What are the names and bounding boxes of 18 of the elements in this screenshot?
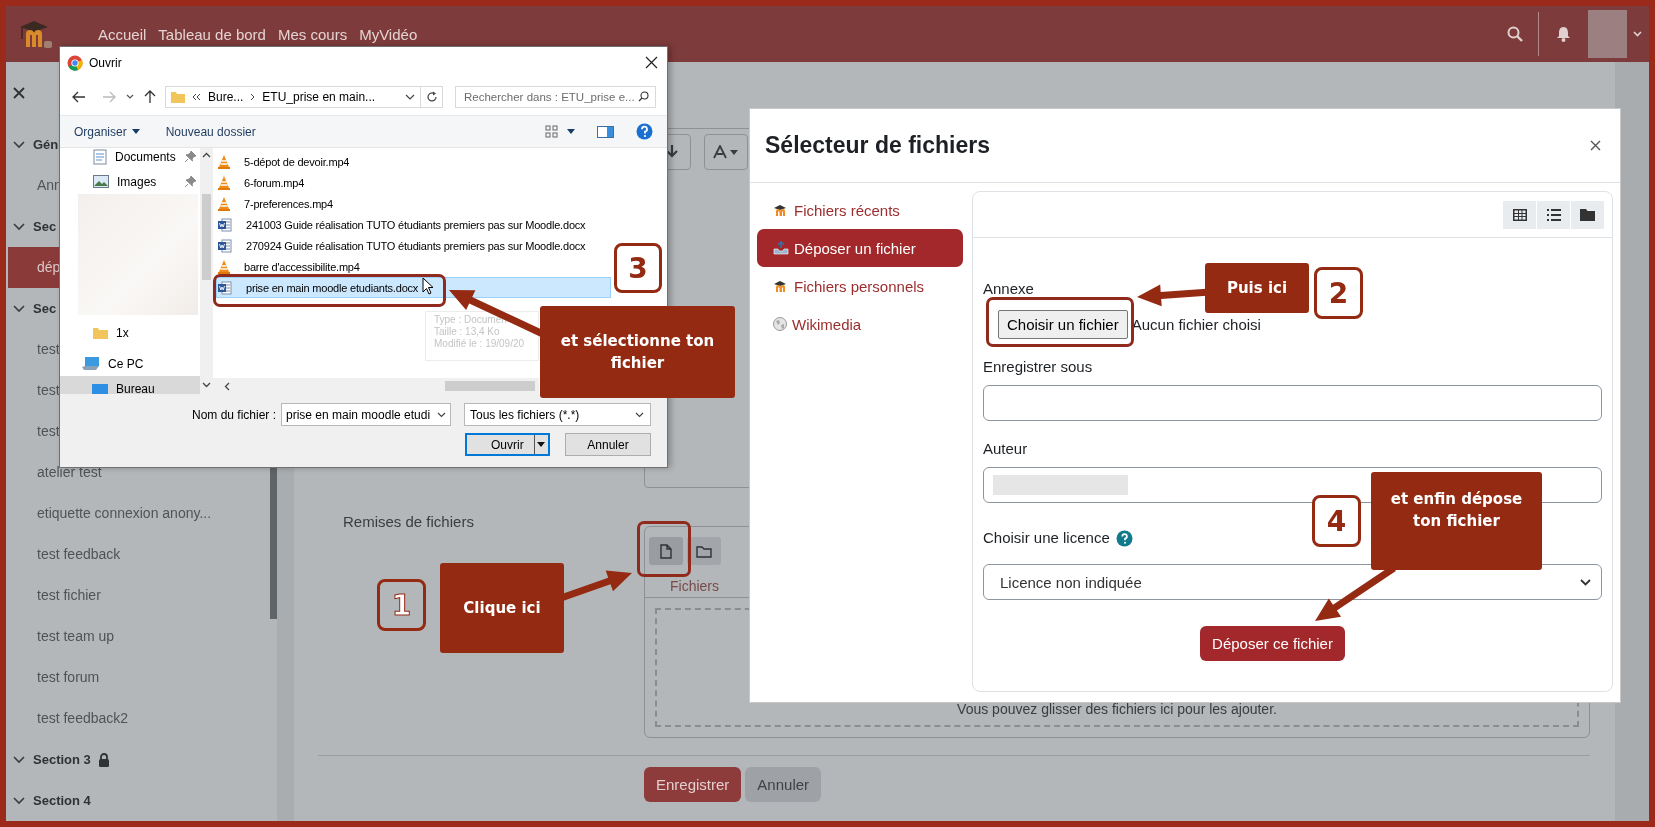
no-file-text: Aucun fichier choisi <box>1131 316 1261 333</box>
field-label: Remises de fichiers <box>343 513 474 530</box>
dialog-title: Ouvrir <box>89 55 122 70</box>
step-number: 1 <box>377 579 426 631</box>
filename-label: Nom du fichier : <box>190 407 276 422</box>
field-label: Enregistrer sous <box>983 358 1093 376</box>
field-label: Auteur <box>983 440 1028 458</box>
callout: Clique ici <box>440 563 564 653</box>
step-number: 3 <box>614 243 662 293</box>
field-label: Choisir une licence <box>983 529 1110 547</box>
dialog-title: Sélecteur de fichiers <box>765 132 990 159</box>
field-label: Annexe <box>983 280 1034 298</box>
drop-hint: Vous pouvez glisser des fichiers ici pour les ajouter. <box>957 701 1277 717</box>
step-number: 2 <box>1314 267 1363 319</box>
step-number: 4 <box>1312 495 1361 547</box>
callout: et enfin dépose ton fichier <box>1371 472 1542 570</box>
callout: Puis ici <box>1205 263 1309 313</box>
callout: et sélectionne ton fichier <box>540 306 735 398</box>
